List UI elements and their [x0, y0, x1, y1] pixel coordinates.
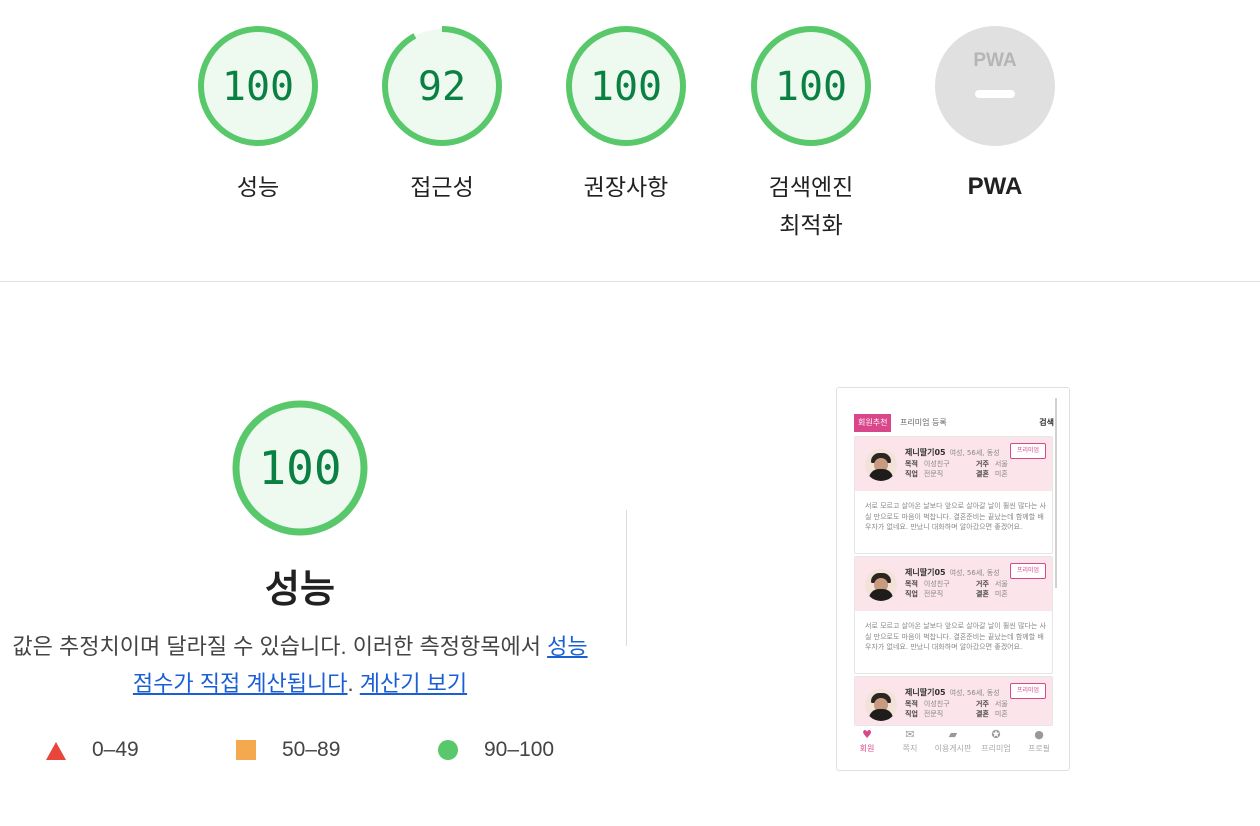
- gauge-score: 100: [590, 64, 662, 110]
- nav-message: ✉ 쪽지: [888, 728, 932, 754]
- job-row: 직업 전문직: [905, 710, 944, 718]
- purpose-row: 목적 이성친구: [905, 460, 950, 468]
- calculator-link[interactable]: 계산기 보기: [360, 671, 467, 696]
- gauge-label: 검색엔진 최적화: [768, 174, 854, 238]
- legend-range: 90–100: [484, 738, 555, 761]
- star-icon: ✪: [991, 728, 1001, 741]
- gauge-score: 100: [775, 64, 847, 110]
- gauge-label: 권장사항: [583, 174, 669, 200]
- search-label: 검색: [1039, 418, 1054, 427]
- member-intro: 서로 모르고 살아온 날보다 앞으로 살아갈 날이 훨씬 많다는 사실 만으로도…: [865, 622, 1047, 651]
- square-icon: [236, 740, 256, 760]
- category-gauges: 100 성능 92 접근성 100 권장사항 100 검색엔진 최적화 PWA: [0, 0, 1260, 282]
- performance-title: 성능: [265, 569, 335, 611]
- avatar: [865, 569, 897, 601]
- gauge-score: 100: [222, 64, 294, 110]
- member-name: 제니딸기05 여성, 56세, 동성: [905, 688, 1000, 697]
- scrollbar: [1055, 398, 1057, 588]
- member-card: 제니딸기05 여성, 56세, 동성 목적 이성친구 거주 서울 직업 전문직 결혼 미혼…: [854, 436, 1053, 554]
- final-screenshot[interactable]: 회원추천 프리미엄 등록 검색 제니딸기05 여성, 56세, 동성 목적 이성친구…: [836, 387, 1070, 771]
- legend-range: 0–49: [92, 738, 139, 761]
- member-intro: 서로 모르고 살아온 날보다 앞으로 살아갈 날이 훨씬 많다는 사실 만으로도…: [865, 502, 1047, 531]
- residence-row: 거주 서울: [976, 580, 1008, 588]
- premium-badge: 프리미엄: [1010, 563, 1046, 579]
- gauge-label: PWA: [967, 173, 1023, 200]
- performance-section: 100 성능 값은 추정치이며 달라질 수 있습니다. 이러한 측정항목에서 성…: [0, 282, 1260, 826]
- gauge-seo[interactable]: 100 검색엔진 최적화: [731, 24, 891, 244]
- performance-description: 값은 추정치이며 달라질 수 있습니다. 이러한 측정항목에서 성능 점수가 직…: [0, 628, 600, 702]
- job-row: 직업 전문직: [905, 590, 944, 598]
- performance-score: 100: [258, 441, 341, 495]
- gauge-accessibility[interactable]: 92 접근성: [362, 24, 522, 206]
- gauge-ring: 100: [751, 26, 871, 146]
- legend-pass: 90–100: [438, 738, 554, 762]
- description-sep: .: [347, 671, 360, 696]
- gauge-best-practices[interactable]: 100 권장사항: [546, 24, 706, 206]
- marriage-row: 결혼 미혼: [976, 590, 1008, 598]
- gauge-ring: 100: [566, 26, 686, 146]
- avatar: [865, 449, 897, 481]
- nav-premium: ✪ 프리미엄: [974, 728, 1018, 754]
- performance-gauge: 100: [232, 400, 368, 536]
- member-card: 제니딸기05 여성, 56세, 동성 목적 이성친구 거주 서울 직업 전문직 결혼 미혼…: [854, 676, 1053, 726]
- premium-badge: 프리미엄: [1010, 683, 1046, 699]
- gauge-ring: 100: [198, 26, 318, 146]
- marriage-row: 결혼 미혼: [976, 470, 1008, 478]
- description-text: 값은 추정치이며 달라질 수 있습니다. 이러한 측정항목에서: [12, 634, 548, 659]
- tab-premium-register: 프리미엄 등록: [900, 418, 947, 427]
- marriage-row: 결혼 미혼: [976, 710, 1008, 718]
- gauge-performance[interactable]: 100 성능: [178, 24, 338, 206]
- member-name: 제니딸기05 여성, 56세, 동성: [905, 448, 1000, 457]
- nav-board: ▰ 이용게시판: [931, 728, 975, 754]
- profile-icon: ●: [1034, 728, 1044, 741]
- gauge-label: 성능: [236, 174, 280, 200]
- screenshot-tabs: 회원추천 프리미엄 등록 검색: [854, 414, 1054, 432]
- heart-icon: ♥: [862, 728, 872, 741]
- nav-profile: ● 프로필: [1017, 728, 1061, 754]
- gauge-ring: 92: [382, 26, 502, 146]
- legend-average: 50–89: [236, 738, 340, 762]
- tab-member-recommend: 회원추천: [854, 414, 892, 432]
- vertical-divider: [626, 510, 627, 646]
- legend-fail: 0–49: [46, 738, 139, 762]
- gauge-label: 접근성: [410, 174, 474, 200]
- member-card: 제니딸기05 여성, 56세, 동성 목적 이성친구 거주 서울 직업 전문직 결혼 미혼…: [854, 556, 1053, 674]
- avatar: [865, 689, 897, 721]
- legend-range: 50–89: [282, 738, 341, 761]
- member-name: 제니딸기05 여성, 56세, 동성: [905, 568, 1000, 577]
- job-row: 직업 전문직: [905, 470, 944, 478]
- residence-row: 거주 서울: [976, 460, 1008, 468]
- nav-member: ♥ 회원: [845, 728, 889, 754]
- premium-badge: 프리미엄: [1010, 443, 1046, 459]
- triangle-icon: [46, 740, 66, 760]
- purpose-row: 목적 이성친구: [905, 580, 950, 588]
- gauge-pwa[interactable]: PWA PWA: [915, 24, 1075, 206]
- residence-row: 거주 서울: [976, 700, 1008, 708]
- chat-icon: ▰: [948, 728, 958, 741]
- pwa-dash-icon: [975, 90, 1015, 98]
- score-legend: 0–49 50–89 90–100: [0, 738, 620, 768]
- circle-icon: [438, 740, 458, 760]
- bottom-nav: ♥ 회원 ✉ 쪽지 ▰ 이용게시판 ✪ 프리미엄 ● 프로필: [837, 728, 1069, 760]
- mail-icon: ✉: [905, 728, 915, 741]
- pwa-badge-text: PWA: [973, 50, 1017, 71]
- gauge-score: 92: [418, 64, 466, 110]
- purpose-row: 목적 이성친구: [905, 700, 950, 708]
- pwa-badge-icon: PWA: [935, 26, 1055, 146]
